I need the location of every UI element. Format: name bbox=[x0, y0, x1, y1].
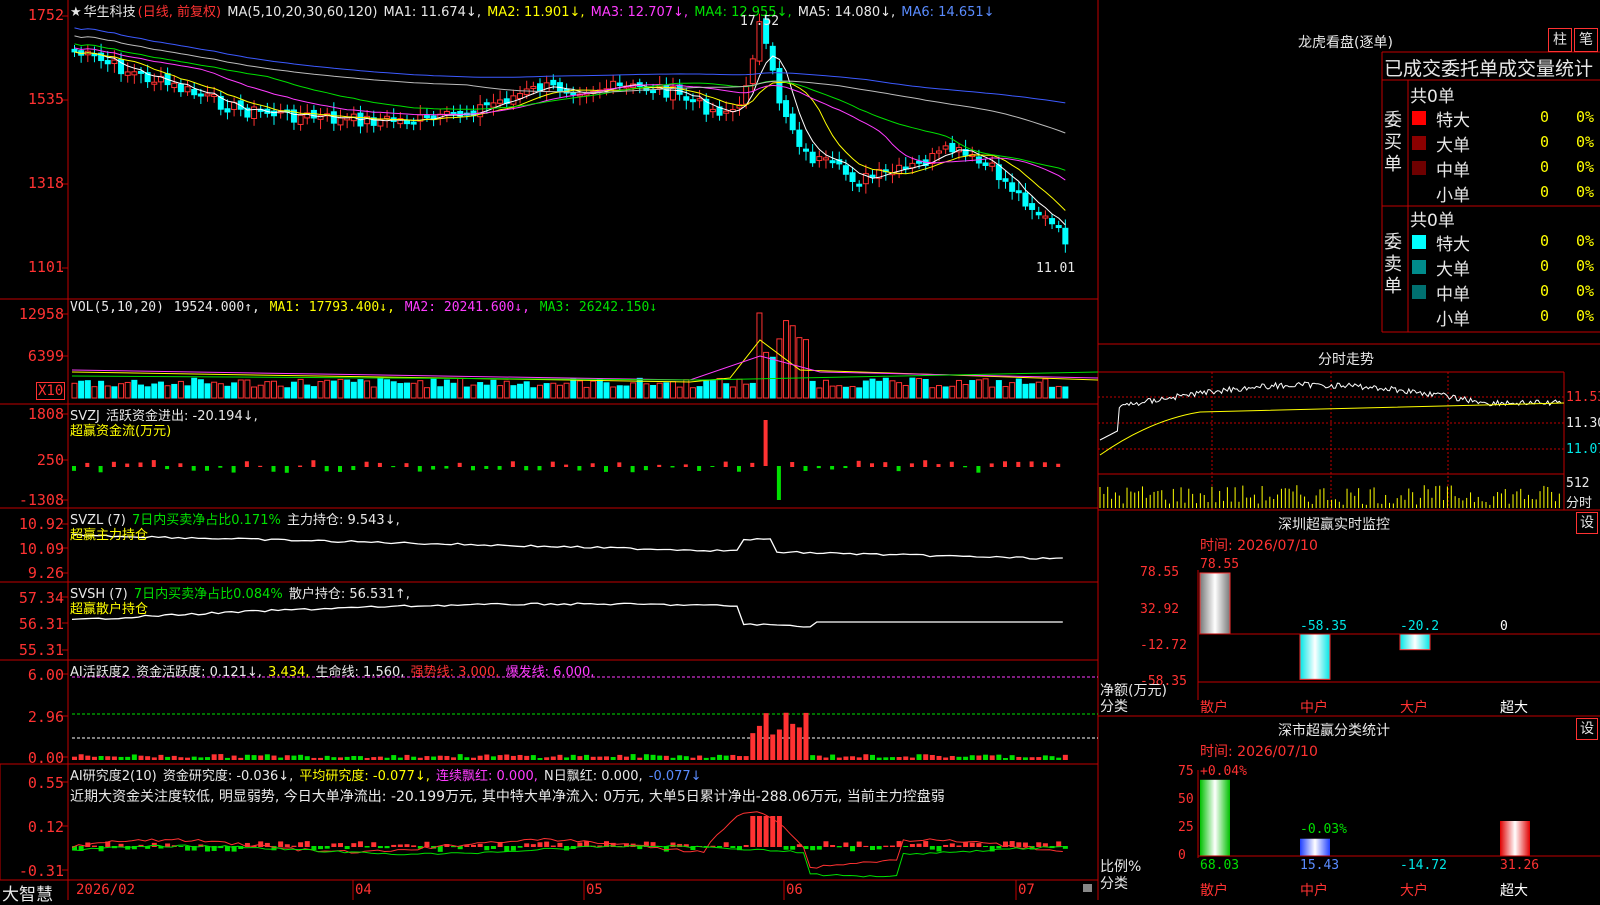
buy-row-1-pct: 0% bbox=[1576, 133, 1595, 151]
sell-row-0-name: 特大 bbox=[1436, 235, 1470, 255]
buy-row-1-count: 0 bbox=[1540, 133, 1550, 151]
sz-monitor-bar-2 bbox=[1399, 633, 1431, 651]
sz-stats-cat-2: 大户 bbox=[1400, 883, 1428, 899]
sell-row-0-swatch bbox=[1412, 235, 1426, 249]
sell-row-1-pct: 0% bbox=[1576, 257, 1595, 275]
sell-orders-label: 委卖单 bbox=[1384, 232, 1402, 297]
sz-stats-axis-3: 25 bbox=[1178, 820, 1194, 835]
sz-monitor-cat-3: 超大 bbox=[1500, 700, 1528, 716]
count-mode-button[interactable]: 笔 bbox=[1574, 28, 1598, 52]
sell-total: 共0单 bbox=[1410, 211, 1455, 231]
buy-orders-label: 委买单 bbox=[1384, 110, 1402, 175]
sz-stats-class: 分类 bbox=[1100, 876, 1128, 892]
sz-stats-top-label-1: +0.04% bbox=[1200, 764, 1247, 779]
sz-stats-settings-button[interactable]: 设 bbox=[1576, 718, 1598, 740]
sz-stats-bar-label-2: -14.72 bbox=[1400, 858, 1447, 873]
sell-row-2-count: 0 bbox=[1540, 282, 1550, 300]
sz-monitor-bar-label-2: -20.2 bbox=[1400, 619, 1440, 634]
intraday-vol-unit: 分时 bbox=[1566, 496, 1593, 511]
sz-monitor-cat-2: 大户 bbox=[1400, 700, 1428, 716]
sz-monitor-bar-1 bbox=[1299, 633, 1331, 680]
dragon-title: 龙虎看盘(逐单) bbox=[1298, 35, 1393, 51]
sz-monitor-cat-0: 散户 bbox=[1200, 700, 1228, 716]
sz-stats-cat-3: 超大 bbox=[1500, 883, 1528, 899]
buy-row-2-swatch bbox=[1412, 161, 1426, 175]
sell-row-2-name: 中单 bbox=[1436, 285, 1470, 305]
sz-stats-time: 时间: 2026/07/10 bbox=[1200, 744, 1318, 760]
intraday-title: 分时走势 bbox=[1318, 352, 1374, 368]
buy-row-3-swatch bbox=[1412, 186, 1426, 200]
buy-row-1-swatch bbox=[1412, 136, 1426, 150]
sz-stats-title: 深市超赢分类统计 bbox=[1278, 723, 1390, 739]
intraday-price-line bbox=[1099, 381, 1562, 441]
bar-mode-button[interactable]: 柱 bbox=[1548, 28, 1572, 52]
buy-row-0-pct: 0% bbox=[1576, 108, 1595, 126]
sz-stats-bar-0 bbox=[1200, 779, 1230, 856]
sz-monitor-axis-2: 32.92 bbox=[1140, 602, 1180, 617]
dragon-subtitle: 已成交委托单成交量统计 bbox=[1384, 58, 1594, 80]
sz-stats-cat-0: 散户 bbox=[1200, 883, 1228, 899]
buy-row-0-name: 特大 bbox=[1436, 111, 1470, 131]
buy-row-1-name: 大单 bbox=[1436, 136, 1470, 156]
buy-total: 共0单 bbox=[1410, 87, 1455, 107]
sell-row-1-count: 0 bbox=[1540, 257, 1550, 275]
buy-row-3-name: 小单 bbox=[1436, 186, 1470, 206]
intraday-vol: 512 bbox=[1566, 476, 1590, 491]
buy-row-3-pct: 0% bbox=[1576, 183, 1595, 201]
sz-monitor-bar-label-0: 78.55 bbox=[1200, 557, 1240, 572]
buy-row-2-count: 0 bbox=[1540, 158, 1550, 176]
sz-monitor-title: 深圳超赢实时监控 bbox=[1278, 517, 1390, 533]
sz-stats-top-label-2: -0.03% bbox=[1300, 822, 1347, 837]
sz-monitor-bar-label-1: -58.35 bbox=[1300, 619, 1347, 634]
sell-row-0-count: 0 bbox=[1540, 232, 1550, 250]
sell-row-1-swatch bbox=[1412, 260, 1426, 274]
sz-monitor-class: 分类 bbox=[1100, 699, 1128, 715]
intraday-price-1: 11.53 bbox=[1566, 390, 1600, 405]
sz-stats-bar-label-1: 15.43 bbox=[1300, 858, 1340, 873]
sell-row-3-name: 小单 bbox=[1436, 310, 1470, 330]
sz-monitor-bar-0 bbox=[1199, 572, 1231, 635]
buy-row-0-count: 0 bbox=[1540, 108, 1550, 126]
sell-row-2-pct: 0% bbox=[1576, 282, 1595, 300]
intraday-volume bbox=[1099, 485, 1560, 508]
sz-stats-axis-2: 50 bbox=[1178, 792, 1194, 807]
sell-row-3-count: 0 bbox=[1540, 307, 1550, 325]
buy-row-2-name: 中单 bbox=[1436, 161, 1470, 181]
sz-stats-cat-1: 中户 bbox=[1300, 883, 1328, 899]
sz-stats-bar-label-0: 68.03 bbox=[1200, 858, 1240, 873]
sell-row-2-swatch bbox=[1412, 285, 1426, 299]
sell-row-3-pct: 0% bbox=[1576, 307, 1595, 325]
sz-monitor-axis-1: 78.55 bbox=[1140, 565, 1180, 580]
sz-stats-bar-1 bbox=[1300, 838, 1330, 856]
right-panel-frame bbox=[1098, 51, 1600, 858]
sz-monitor-time: 时间: 2026/07/10 bbox=[1200, 538, 1318, 554]
intraday-avg-line bbox=[1099, 402, 1565, 456]
sell-row-0-pct: 0% bbox=[1576, 232, 1595, 250]
sz-stats-axis-4: 0 bbox=[1178, 848, 1186, 863]
sz-monitor-cat-1: 中户 bbox=[1300, 700, 1328, 716]
sell-row-3-swatch bbox=[1412, 310, 1426, 324]
buy-row-3-count: 0 bbox=[1540, 183, 1550, 201]
sell-row-1-name: 大单 bbox=[1436, 260, 1470, 280]
sz-stats-bar-label-3: 31.26 bbox=[1500, 858, 1540, 873]
sz-stats-axis-1: 75 bbox=[1178, 764, 1194, 779]
sz-monitor-axis-3: -12.72 bbox=[1140, 638, 1187, 653]
intraday-price-3: 11.07 bbox=[1566, 442, 1600, 457]
sz-monitor-bar-label-3: 0 bbox=[1500, 619, 1508, 634]
sz-stats-bar-3 bbox=[1500, 820, 1530, 856]
buy-row-2-pct: 0% bbox=[1576, 158, 1595, 176]
intraday-price-2: 11.30 bbox=[1566, 416, 1600, 431]
buy-row-0-swatch bbox=[1412, 111, 1426, 125]
sz-monitor-settings-button[interactable]: 设 bbox=[1576, 512, 1598, 534]
